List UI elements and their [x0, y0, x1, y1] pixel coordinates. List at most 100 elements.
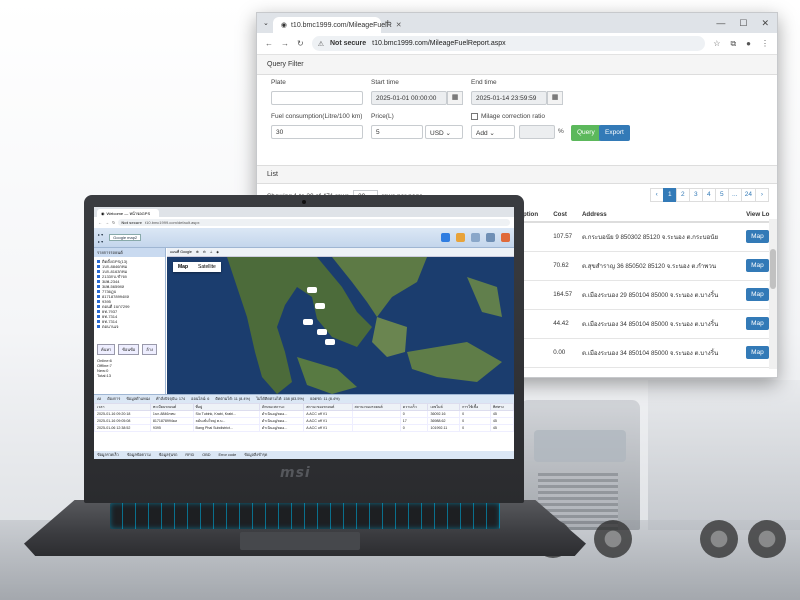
checkbox-icon[interactable]: [97, 320, 100, 324]
extensions-icon[interactable]: ⧉: [730, 39, 736, 49]
checkbox-icon[interactable]: [97, 290, 100, 294]
close-window-icon[interactable]: ✕: [761, 18, 769, 29]
track-button[interactable]: [441, 233, 450, 242]
export-button[interactable]: Export: [599, 125, 630, 141]
status-tab[interactable]: ข้อมูลตำแหน่ง: [126, 396, 150, 402]
map-canvas[interactable]: Map Satellite: [167, 257, 514, 394]
footer-tab[interactable]: Error code: [218, 453, 236, 457]
zoom-out-icon[interactable]: ⊖: [203, 250, 206, 254]
browser-tab[interactable]: ◉ t10.bmc1999.com/MileageFuelR ✕: [272, 17, 402, 33]
toolbar-menu-2[interactable]: ▸ ▾: [98, 239, 103, 244]
fullscreen-button[interactable]: [486, 233, 495, 242]
forward-icon[interactable]: →: [281, 39, 289, 48]
tools-button[interactable]: [471, 233, 480, 242]
checkbox-icon[interactable]: [97, 275, 100, 279]
end-time-input[interactable]: 2025-01-14 23:59:59: [471, 91, 547, 105]
checkbox-icon[interactable]: [97, 265, 100, 269]
status-tab[interactable]: All: [97, 397, 101, 401]
page-link[interactable]: ›: [755, 188, 769, 202]
status-tab[interactable]: คำสั่งปัจจุบัน: 174: [156, 396, 185, 402]
page-link[interactable]: 1: [662, 188, 677, 202]
page-link[interactable]: 3: [688, 188, 703, 202]
ruler-icon[interactable]: ⟂: [210, 250, 212, 254]
checkbox-icon[interactable]: [97, 305, 100, 309]
status-tab[interactable]: ไม่ได้ติดตามได้: 158 (83.5%): [256, 396, 304, 402]
vehicle-tree-item[interactable]: ตอนานเจ: [97, 324, 162, 329]
vehicle-marker-icon[interactable]: [315, 303, 325, 309]
page-link[interactable]: 4: [701, 188, 716, 202]
page-link[interactable]: 2: [675, 188, 690, 202]
fuel-input[interactable]: 30: [271, 125, 363, 139]
back-icon[interactable]: ←: [98, 220, 102, 225]
zoom-in-icon[interactable]: ⊕: [196, 250, 199, 254]
footer-tab[interactable]: OBD: [202, 453, 210, 457]
checkbox-icon[interactable]: [97, 300, 100, 304]
map-tab[interactable]: แผนที่ Google: [170, 249, 192, 255]
forward-icon[interactable]: →: [105, 220, 109, 225]
footer-tab[interactable]: ข้อมูลข้อความ: [127, 452, 151, 458]
profile-icon[interactable]: ●: [746, 39, 751, 49]
start-time-input[interactable]: 2025-01-01 00:00:00: [371, 91, 447, 105]
home-button[interactable]: [501, 233, 510, 242]
footer-tab[interactable]: ข้อมูลรุ่นรถ: [159, 452, 178, 458]
calendar-icon[interactable]: ▦: [447, 91, 463, 105]
vehicle-marker-icon[interactable]: [303, 319, 313, 325]
checkbox-icon[interactable]: [97, 310, 100, 314]
view-map-button[interactable]: Map: [746, 259, 769, 272]
status-tab[interactable]: ยอดรถ: 11 (8.4%): [310, 396, 340, 402]
footer-tab[interactable]: ข้อมูลสิ่งชำรุด: [244, 452, 267, 458]
view-map-button[interactable]: Map: [746, 346, 769, 359]
reload-icon[interactable]: ↻: [297, 39, 304, 48]
view-map-button[interactable]: Map: [746, 230, 769, 244]
calendar-icon[interactable]: ▦: [547, 91, 563, 105]
page-link[interactable]: 24: [740, 188, 756, 202]
grid-row[interactable]: 2025-01-06 12:38:52 9395 Bang Phai Subdist…: [94, 424, 514, 432]
traffic-icon[interactable]: ◈: [216, 250, 219, 254]
vehicle-marker-icon[interactable]: [307, 287, 317, 293]
gps-url-field[interactable]: Not secure t10.bmc1999.com/default.aspx: [118, 219, 510, 226]
search-button[interactable]: ค้นหา: [97, 344, 116, 355]
status-tab[interactable]: ต้องการ: [107, 396, 120, 402]
mileage-ratio-input[interactable]: [519, 125, 555, 139]
page-link[interactable]: ...: [727, 188, 742, 202]
price-input[interactable]: 5: [371, 125, 423, 139]
query-button[interactable]: Query: [571, 125, 601, 141]
map-type-map[interactable]: Map: [173, 262, 193, 272]
page-link[interactable]: 5: [714, 188, 729, 202]
checkbox-icon[interactable]: [97, 280, 100, 284]
checkbox-icon[interactable]: [97, 260, 100, 264]
checkbox-icon[interactable]: [97, 325, 100, 329]
stack-button[interactable]: ซ้อนซ้อ: [118, 344, 140, 355]
close-tab-icon[interactable]: ✕: [396, 21, 402, 29]
checkbox-icon[interactable]: [97, 315, 100, 319]
checkbox-icon[interactable]: [97, 295, 100, 299]
checkbox-icon[interactable]: [97, 285, 100, 289]
status-tab[interactable]: ออนไลน์: 6: [191, 396, 209, 402]
menu-icon[interactable]: ⋮: [761, 39, 769, 49]
vehicle-marker-icon[interactable]: [317, 329, 327, 335]
toolbar-menu-1[interactable]: ▸ ▾: [98, 232, 103, 237]
grid-row[interactable]: 2025-01-16 09:20:18 1บก-8846กทม Sio Tubink…: [94, 410, 514, 418]
maximize-icon[interactable]: ☐: [739, 18, 747, 29]
clear-button[interactable]: ล้าง: [142, 344, 157, 355]
url-field[interactable]: ⚠ Not secure t10.bmc1999.com/MileageFuel…: [311, 36, 706, 51]
footer-tab[interactable]: ข้อมูลรวดเร็ว: [97, 452, 119, 458]
new-tab-icon[interactable]: +: [385, 18, 391, 29]
poi-button[interactable]: [456, 233, 465, 242]
vertical-scrollbar[interactable]: [769, 219, 777, 369]
gps-browser-tab[interactable]: ◉ Welcome — หน้าจอGPS: [97, 209, 159, 217]
page-link[interactable]: ‹: [649, 188, 664, 202]
grid-row[interactable]: 2025-01-16 09:05:08 8171878994ยล ลม้นเข้มใ…: [94, 417, 514, 425]
star-icon[interactable]: ☆: [713, 39, 720, 49]
reload-icon[interactable]: ↻: [112, 220, 115, 225]
status-tab[interactable]: ติดตามได้: 11 (8.4%): [215, 396, 250, 402]
view-map-button[interactable]: Map: [746, 288, 769, 301]
footer-tab[interactable]: RFID: [185, 453, 194, 457]
mileage-op-select[interactable]: Add ⌄: [471, 125, 515, 139]
map-provider-select[interactable]: Google map2: [109, 234, 142, 241]
map-type-satellite[interactable]: Satellite: [193, 262, 221, 272]
currency-select[interactable]: USD ⌄: [425, 125, 463, 139]
view-map-button[interactable]: Map: [746, 317, 769, 330]
mileage-checkbox[interactable]: [471, 113, 478, 120]
vehicle-marker-icon[interactable]: [325, 339, 335, 345]
